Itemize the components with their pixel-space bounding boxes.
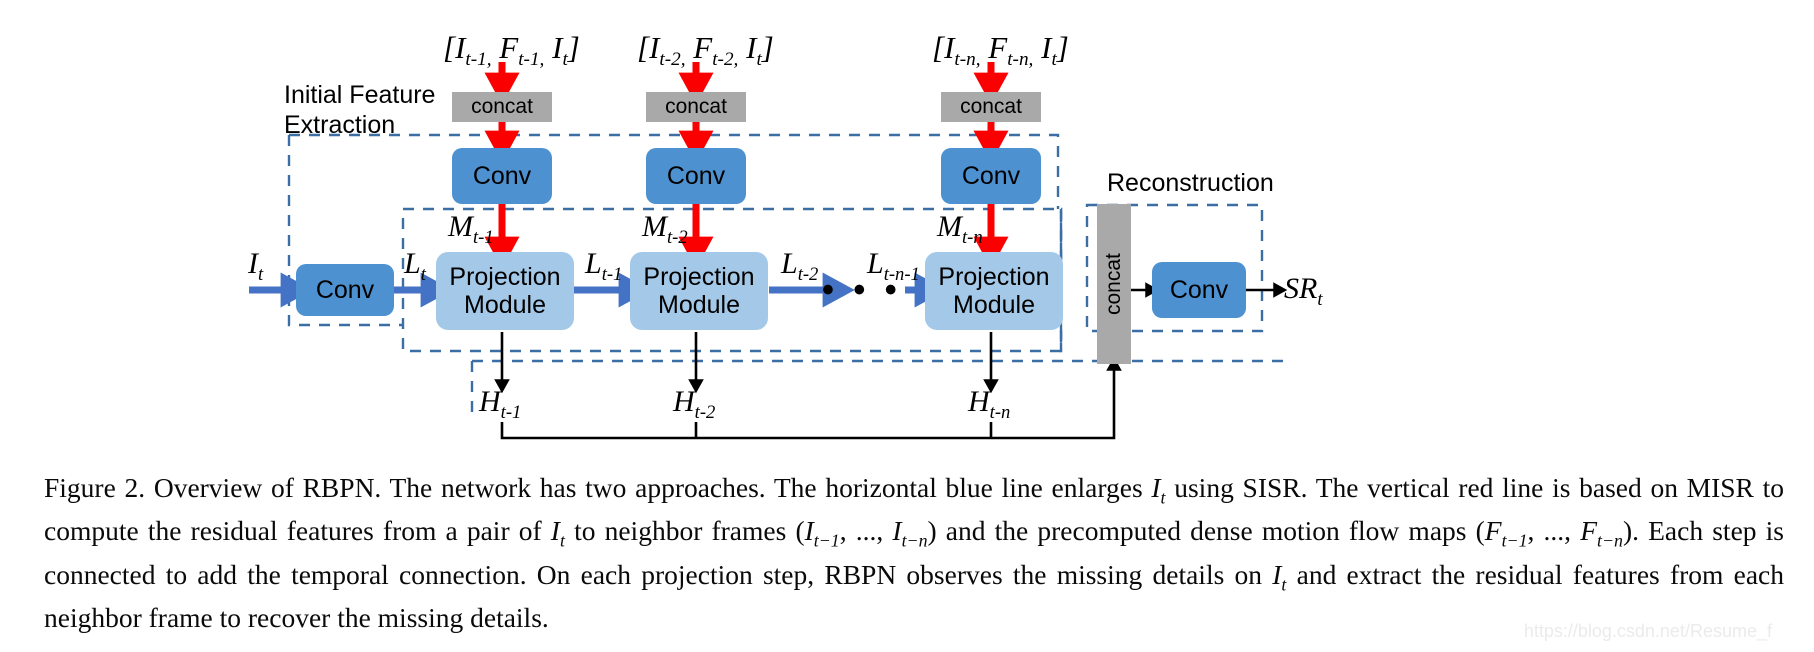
input-label-2: [It-2, Ft-2, It] [637,30,774,71]
input-1-base-mid: F [499,30,519,65]
input-n-base-left: [I [932,30,955,65]
signal-label-h-t-n: Ht-n [968,385,1010,424]
ellipsis-label: • • • [822,271,902,309]
signal-m-t-1-sub: t-1 [473,227,494,248]
caption-part-5: ) and the precomputed dense motion flow … [927,515,1485,547]
signal-m-t-1-base: M [448,210,473,243]
signal-m-t-2-base: M [642,210,667,243]
caption-math-4-sub: t−n [901,530,928,551]
signal-label-l-t-2: Lt-2 [781,247,818,286]
signal-l-t-2-sub: t-2 [797,264,819,285]
signal-h-t-1-sub: t-1 [500,402,522,423]
signal-l-t-1-sub: t-1 [601,264,623,285]
conv-box-branch-n[interactable]: Conv [941,148,1041,204]
projection-module-n-line1: Projection [938,263,1050,291]
caption-math-3-sub: t−1 [813,530,840,551]
input-2-base-right: I [746,30,757,65]
group-label-reconstruction: Reconstruction [1107,169,1274,197]
signal-label-m-t-2: Mt-2 [642,210,688,249]
caption-math-5-base: F [1484,515,1502,547]
signal-m-t-n-base: M [937,210,962,243]
input-n-sub-mid: t-n, [1007,49,1034,71]
signal-output-sub: t [1317,289,1323,310]
caption-math-4-base: I [892,515,902,547]
conv-box-input[interactable]: Conv [296,264,394,316]
concat-box-reconstruction[interactable]: concat [1097,204,1131,364]
input-1-base-left: [I [443,30,466,65]
input-2-close: ] [761,30,774,65]
input-n-base-mid: F [988,30,1008,65]
signal-lt-base: L [404,247,421,280]
concat-box-1[interactable]: concat [452,92,552,122]
signal-output-base: SR [1284,272,1318,305]
input-n-sub-left: t-n, [954,49,981,71]
projection-module-2-line2: Module [658,291,740,319]
signal-m-t-n-sub: t-n [962,227,983,248]
figure-caption: Figure 2. Overview of RBPN. The network … [44,468,1784,638]
group-temporal-connection [470,359,1290,415]
input-1-base-right: I [552,30,563,65]
input-label-1: [It-1, Ft-1, It] [443,30,580,71]
concat-box-n[interactable]: concat [941,92,1041,122]
projection-module-1-line1: Projection [449,263,561,291]
caption-part-6: , ..., [1527,515,1581,547]
signal-input-frame-sub: t [258,264,264,285]
conv-box-branch-2[interactable]: Conv [646,148,746,204]
projection-module-2-line1: Projection [643,263,755,291]
signal-label-h-t-2: Ht-2 [673,385,715,424]
concat-box-2[interactable]: concat [646,92,746,122]
signal-label-output: SRt [1284,272,1323,311]
signal-h-t-2-base: H [673,385,695,418]
figure-page: Initial Feature Extraction Reconstructio… [0,0,1814,652]
caption-part-3: to neighbor frames ( [564,515,805,547]
input-n-base-right: I [1041,30,1052,65]
input-2-base-mid: F [693,30,713,65]
signal-h-t-1-base: H [479,385,501,418]
caption-math-2-base: I [550,515,560,547]
caption-part-1: Figure 2. Overview of RBPN. The network … [44,472,1152,503]
misr-red-arrows [484,62,1009,269]
projection-module-1[interactable]: Projection Module [436,252,574,330]
signal-input-frame-base: I [248,247,258,280]
input-label-n: [It-n, Ft-n, It] [932,30,1069,71]
conv-box-branch-1[interactable]: Conv [452,148,552,204]
input-1-sub-mid: t-1, [518,49,545,71]
signal-h-t-n-base: H [968,385,990,418]
input-n-close: ] [1056,30,1069,65]
signal-h-t-2-sub: t-2 [694,402,716,423]
input-2-base-left: [I [637,30,660,65]
caption-part-4: , ..., [839,515,893,547]
projection-module-n-line2: Module [953,291,1035,319]
signal-label-input-frame: It [248,247,263,286]
signal-label-m-t-1: Mt-1 [448,210,494,249]
projection-module-n[interactable]: Projection Module [925,252,1063,330]
caption-math-6-base: F [1580,515,1598,547]
signal-label-m-t-n: Mt-n [937,210,983,249]
signal-l-t-2-base: L [781,247,798,280]
caption-math-1-base: I [1151,472,1161,503]
input-2-sub-mid: t-2, [712,49,739,71]
caption-math-5-sub: t−1 [1501,530,1528,551]
signal-label-l-t-1: Lt-1 [585,247,622,286]
conv-box-reconstruction[interactable]: Conv [1152,262,1246,318]
input-1-sub-left: t-1, [465,49,492,71]
signal-lt-sub: t [420,264,426,285]
signal-label-h-t-1: Ht-1 [479,385,521,424]
input-2-sub-left: t-2, [659,49,686,71]
caption-math-6-sub: t−n [1597,530,1623,551]
architecture-diagram [249,62,1290,440]
projection-module-1-line2: Module [464,291,546,319]
signal-l-t-1-base: L [585,247,602,280]
signal-h-t-n-sub: t-n [989,402,1011,423]
signal-label-lt: Lt [404,247,426,286]
input-1-close: ] [567,30,580,65]
caption-math-3-base: I [804,515,814,547]
projection-module-2[interactable]: Projection Module [630,252,768,330]
watermark-text: https://blog.csdn.net/Resume_f [1523,621,1772,641]
signal-m-t-2-sub: t-2 [667,227,688,248]
